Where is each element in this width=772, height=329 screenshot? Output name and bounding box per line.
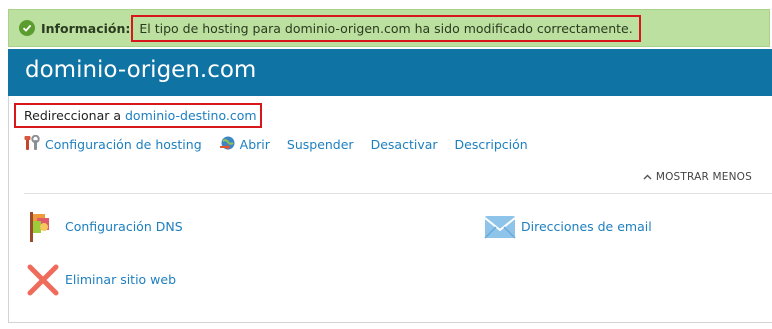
envelope-icon	[483, 209, 517, 243]
tool-email-label[interactable]: Direcciones de email	[521, 219, 652, 234]
hosting-settings-label: Configuración de hosting	[45, 136, 202, 152]
tool-delete-site[interactable]: Eliminar sitio web	[27, 262, 176, 296]
redirect-prefix: Redireccionar a	[24, 108, 121, 123]
redirect-target-link[interactable]: dominio-destino.com	[125, 108, 257, 123]
open-label: Abrir	[239, 136, 270, 152]
show-less-label: MOSTRAR MENOS	[655, 171, 752, 183]
globe-arrow-icon	[219, 135, 237, 154]
redirect-info: Redireccionar a dominio-destino.com	[14, 103, 262, 128]
notice-label: Información:	[41, 20, 131, 36]
tool-delete-site-label[interactable]: Eliminar sitio web	[65, 272, 176, 287]
tool-dns[interactable]: Configuración DNS	[27, 209, 183, 243]
show-less-toggle[interactable]: MOSTRAR MENOS	[643, 171, 752, 183]
info-notice: Información: El tipo de hosting para dom…	[8, 9, 770, 47]
tools-icon	[24, 134, 42, 154]
section-divider	[24, 193, 772, 194]
description-link[interactable]: Descripción	[455, 137, 528, 152]
hosting-settings-link[interactable]: Configuración de hosting	[24, 134, 202, 154]
dns-flag-icon	[27, 209, 61, 243]
delete-x-icon	[27, 262, 61, 296]
suspend-link[interactable]: Suspender	[287, 137, 354, 152]
notice-message: El tipo de hosting para dominio-origen.c…	[131, 14, 641, 42]
tool-email[interactable]: Direcciones de email	[483, 209, 652, 243]
deactivate-link[interactable]: Desactivar	[371, 137, 438, 152]
check-circle-icon	[19, 20, 35, 36]
chevron-up-icon	[643, 174, 652, 180]
tool-dns-label[interactable]: Configuración DNS	[65, 219, 183, 234]
domain-title: dominio-origen.com	[25, 57, 257, 83]
open-link[interactable]: Abrir	[219, 135, 270, 154]
domain-header: dominio-origen.com	[8, 49, 772, 96]
domain-actions: Configuración de hosting Abrir Suspender…	[24, 134, 528, 154]
